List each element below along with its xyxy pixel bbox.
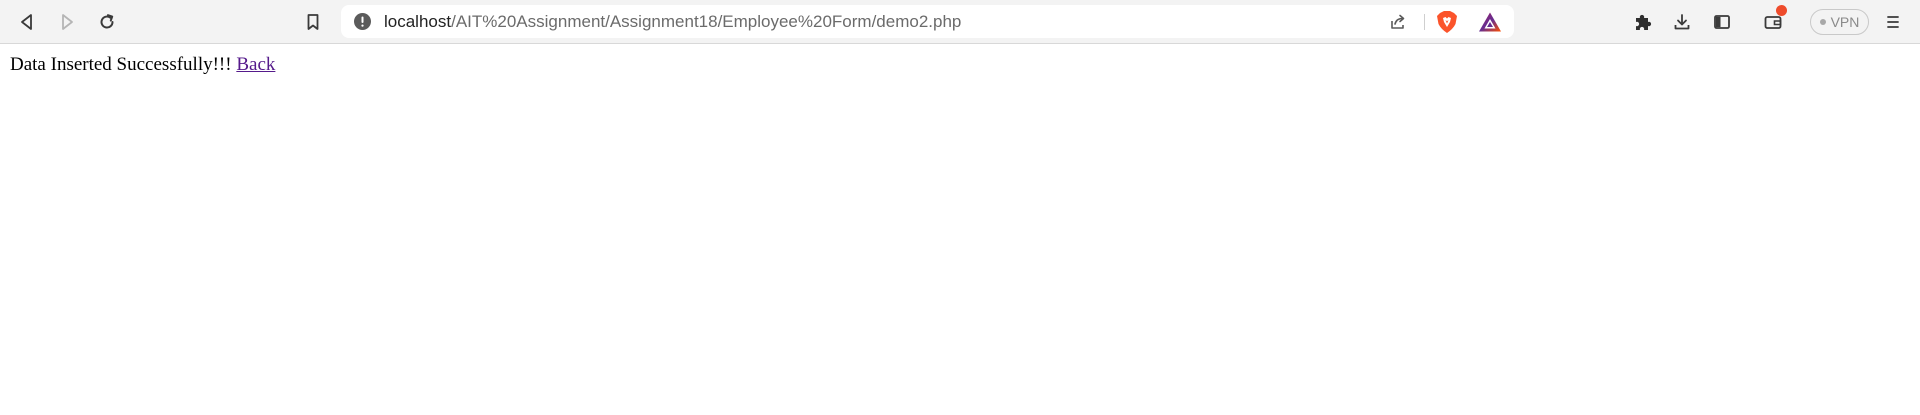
reload-button[interactable]	[92, 7, 122, 37]
browser-toolbar: localhost/AIT%20Assignment/Assignment18/…	[0, 0, 1920, 44]
reload-icon	[100, 14, 114, 29]
share-icon[interactable]	[1388, 12, 1408, 32]
puzzle-icon	[1636, 14, 1652, 30]
vpn-status-dot	[1819, 19, 1826, 25]
address-divider	[1424, 14, 1425, 30]
back-arrow-icon	[21, 14, 32, 30]
bookmark-icon	[307, 14, 319, 30]
url-host: localhost	[384, 12, 452, 31]
vpn-button[interactable]: VPN	[1810, 9, 1869, 35]
sidebar-icon	[1714, 15, 1730, 29]
info-warning-icon[interactable]	[354, 13, 371, 30]
bat-rewards-icon[interactable]	[1478, 11, 1502, 33]
notification-badge	[1776, 5, 1787, 16]
back-link[interactable]: Back	[236, 54, 275, 75]
vpn-label: VPN	[1830, 14, 1860, 30]
address-bar[interactable]: localhost/AIT%20Assignment/Assignment18/…	[341, 5, 1514, 38]
hamburger-menu-icon	[1887, 16, 1899, 28]
menu-button[interactable]	[1878, 7, 1908, 37]
brave-shield-icon[interactable]	[1436, 10, 1458, 34]
download-icon	[1674, 14, 1690, 30]
wallet-button[interactable]	[1758, 5, 1788, 37]
success-message: Data Inserted Successfully!!!	[10, 54, 232, 75]
url-path: /AIT%20Assignment/Assignment18/Employee%…	[451, 12, 962, 31]
sidebar-button[interactable]	[1707, 7, 1737, 37]
forward-arrow-icon	[62, 14, 73, 30]
forward-button[interactable]	[52, 7, 82, 37]
downloads-button[interactable]	[1667, 7, 1697, 37]
back-button[interactable]	[12, 7, 42, 37]
url-text[interactable]: localhost/AIT%20Assignment/Assignment18/…	[384, 5, 961, 38]
extensions-button[interactable]	[1628, 7, 1658, 37]
page-content: Data Inserted Successfully!!! Back	[10, 54, 275, 76]
bookmark-button[interactable]	[298, 7, 328, 37]
